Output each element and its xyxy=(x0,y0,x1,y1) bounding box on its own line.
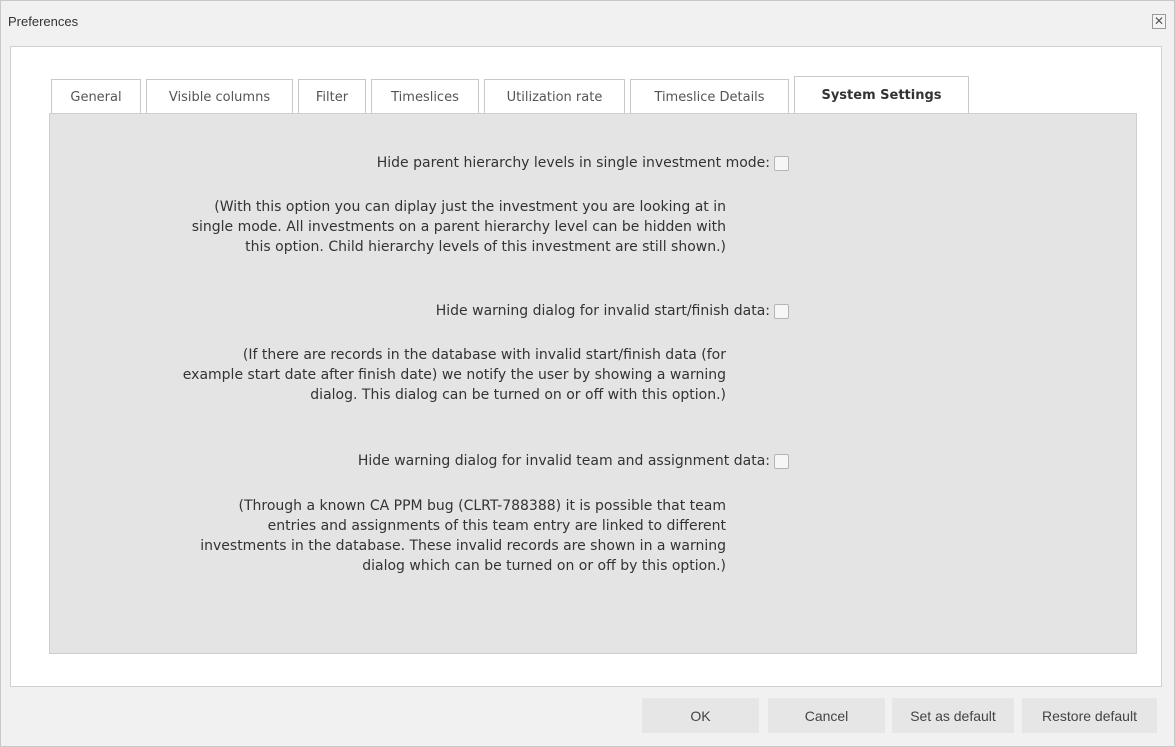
ok-button[interactable]: OK xyxy=(642,698,759,733)
hide-start-finish-warning-checkbox[interactable] xyxy=(774,303,789,319)
description-line: single mode. All investments on a parent… xyxy=(191,219,726,235)
tab-timeslice-details[interactable]: Timeslice Details xyxy=(630,79,789,114)
tab-general[interactable]: General xyxy=(51,79,141,114)
dialog-title: Preferences xyxy=(8,14,79,29)
tab-visible-columns[interactable]: Visible columns xyxy=(146,79,293,114)
description-line: dialog which can be turned on or off by … xyxy=(362,558,726,574)
setting-label: Hide warning dialog for invalid start/fi… xyxy=(435,303,770,319)
set-as-default-button[interactable]: Set as default xyxy=(892,698,1014,733)
tab-system-settings[interactable]: System Settings xyxy=(794,76,969,114)
setting-label: Hide parent hierarchy levels in single i… xyxy=(376,155,770,171)
setting-description: (Through a known CA PPM bug (CLRT-788388… xyxy=(26,496,726,576)
setting-description: (With this option you can diplay just th… xyxy=(26,197,726,257)
setting-hide-parent-hierarchy: Hide parent hierarchy levels in single i… xyxy=(377,155,789,171)
description-line: dialog. This dialog can be turned on or … xyxy=(310,387,726,403)
setting-hide-start-finish-warning: Hide warning dialog for invalid start/fi… xyxy=(436,303,789,319)
description-line: entries and assignments of this team ent… xyxy=(267,518,726,534)
tab-bar: General Visible columns Filter Timeslice… xyxy=(51,76,969,114)
setting-description: (If there are records in the database wi… xyxy=(26,345,726,405)
description-line: (If there are records in the database wi… xyxy=(242,347,726,363)
description-line: (Through a known CA PPM bug (CLRT-788388… xyxy=(238,498,727,514)
description-line: this option. Child hierarchy levels of t… xyxy=(245,239,726,255)
hide-parent-hierarchy-checkbox[interactable] xyxy=(774,155,789,171)
setting-hide-team-assignment-warning: Hide warning dialog for invalid team and… xyxy=(358,453,789,469)
description-line: (With this option you can diplay just th… xyxy=(214,199,726,215)
close-icon[interactable]: ✕ xyxy=(1152,14,1166,29)
description-line: example start date after finish date) we… xyxy=(182,367,726,383)
restore-default-button[interactable]: Restore default xyxy=(1022,698,1157,733)
cancel-button[interactable]: Cancel xyxy=(768,698,885,733)
hide-team-assignment-warning-checkbox[interactable] xyxy=(774,453,789,469)
tab-filter[interactable]: Filter xyxy=(298,79,366,114)
tab-timeslices[interactable]: Timeslices xyxy=(371,79,479,114)
tab-utilization-rate[interactable]: Utilization rate xyxy=(484,79,625,114)
setting-label: Hide warning dialog for invalid team and… xyxy=(357,453,770,469)
description-line: investments in the database. These inval… xyxy=(200,538,726,554)
